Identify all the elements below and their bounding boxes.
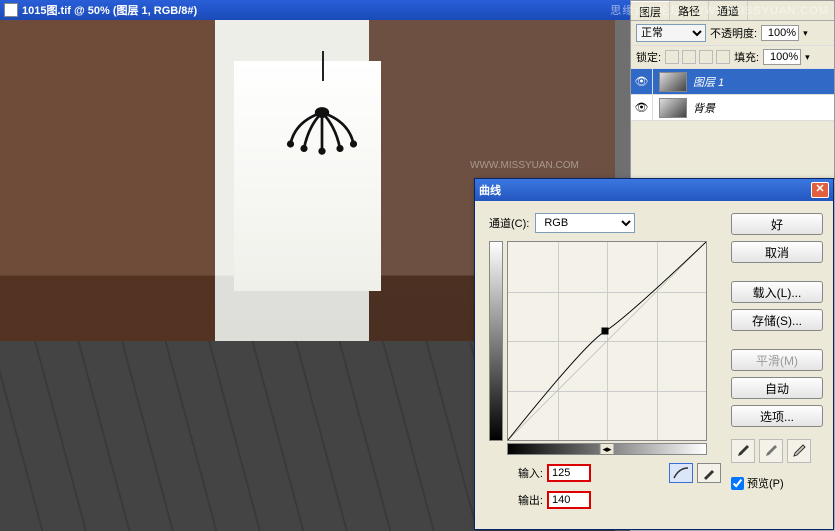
layer-name: 背景 xyxy=(693,100,715,116)
input-value[interactable] xyxy=(547,464,591,482)
eyedropper-white-icon[interactable] xyxy=(787,439,811,463)
opacity-label: 不透明度: xyxy=(710,25,757,41)
panel-tabs: 图层 路径 通道 xyxy=(631,1,834,21)
chevron-down-icon[interactable]: ▾ xyxy=(803,28,808,39)
gradient-toggle-icon[interactable]: ◂▸ xyxy=(599,443,614,455)
layer-name: 图层 1 xyxy=(693,74,724,90)
lock-transparency-icon[interactable] xyxy=(665,50,679,64)
output-value[interactable] xyxy=(547,491,591,509)
options-button[interactable]: 选项... xyxy=(731,405,823,427)
output-label: 输出: xyxy=(507,492,543,508)
curve-tool-icon[interactable] xyxy=(669,463,693,483)
lock-all-icon[interactable] xyxy=(716,50,730,64)
document-titlebar: 1015图.tif @ 50% (图层 1, RGB/8#) xyxy=(0,0,630,20)
horizontal-gradient: ◂▸ xyxy=(507,443,707,455)
save-button[interactable]: 存储(S)... xyxy=(731,309,823,331)
opacity-input[interactable] xyxy=(761,25,799,41)
input-label: 输入: xyxy=(507,465,543,481)
blend-row: 正常 不透明度: ▾ xyxy=(631,21,834,46)
document-title: 1015图.tif @ 50% (图层 1, RGB/8#) xyxy=(22,2,197,18)
fill-input[interactable] xyxy=(763,49,801,65)
curves-dialog: 曲线 ✕ 通道(C): RGB xyxy=(474,178,834,530)
load-button[interactable]: 载入(L)... xyxy=(731,281,823,303)
eyedropper-gray-icon[interactable] xyxy=(759,439,783,463)
channel-select[interactable]: RGB xyxy=(535,213,635,233)
cancel-button[interactable]: 取消 xyxy=(731,241,823,263)
vertical-gradient xyxy=(489,241,503,441)
chandelier-graphic xyxy=(277,81,367,171)
channel-label: 通道(C): xyxy=(489,215,529,231)
ok-button[interactable]: 好 xyxy=(731,213,823,235)
auto-button[interactable]: 自动 xyxy=(731,377,823,399)
curves-title: 曲线 xyxy=(479,182,501,198)
preview-checkbox[interactable] xyxy=(731,477,744,490)
lock-pixels-icon[interactable] xyxy=(682,50,696,64)
curves-titlebar[interactable]: 曲线 ✕ xyxy=(475,179,833,201)
chevron-down-icon[interactable]: ▾ xyxy=(805,52,810,63)
visibility-eye-icon[interactable]: 👁 xyxy=(631,95,653,121)
preview-checkbox-row[interactable]: 预览(P) xyxy=(731,475,823,491)
lock-row: 锁定: 填充: ▾ xyxy=(631,46,834,69)
lock-label: 锁定: xyxy=(636,49,661,65)
smooth-button: 平滑(M) xyxy=(731,349,823,371)
layer-item[interactable]: 👁 图层 1 xyxy=(631,69,834,95)
tab-channels[interactable]: 通道 xyxy=(709,1,748,20)
layer-list: 👁 图层 1 👁 背景 xyxy=(631,69,834,121)
tab-paths[interactable]: 路径 xyxy=(670,1,709,20)
visibility-eye-icon[interactable]: 👁 xyxy=(631,69,653,95)
blend-mode-select[interactable]: 正常 xyxy=(636,24,706,42)
document-icon xyxy=(4,3,18,17)
fill-label: 填充: xyxy=(734,49,759,65)
pencil-tool-icon[interactable] xyxy=(697,463,721,483)
tab-layers[interactable]: 图层 xyxy=(631,1,670,20)
layer-thumbnail[interactable] xyxy=(659,72,687,92)
lock-position-icon[interactable] xyxy=(699,50,713,64)
lock-icons xyxy=(665,50,730,64)
curve-graph[interactable] xyxy=(507,241,707,441)
curve-point[interactable] xyxy=(602,328,609,335)
layer-thumbnail[interactable] xyxy=(659,98,687,118)
close-icon[interactable]: ✕ xyxy=(811,182,829,198)
eyedropper-black-icon[interactable] xyxy=(731,439,755,463)
layer-item[interactable]: 👁 背景 xyxy=(631,95,834,121)
preview-label: 预览(P) xyxy=(747,475,784,491)
layers-panel: 图层 路径 通道 正常 不透明度: ▾ 锁定: 填充: ▾ 👁 图层 1 👁 背… xyxy=(630,0,835,180)
